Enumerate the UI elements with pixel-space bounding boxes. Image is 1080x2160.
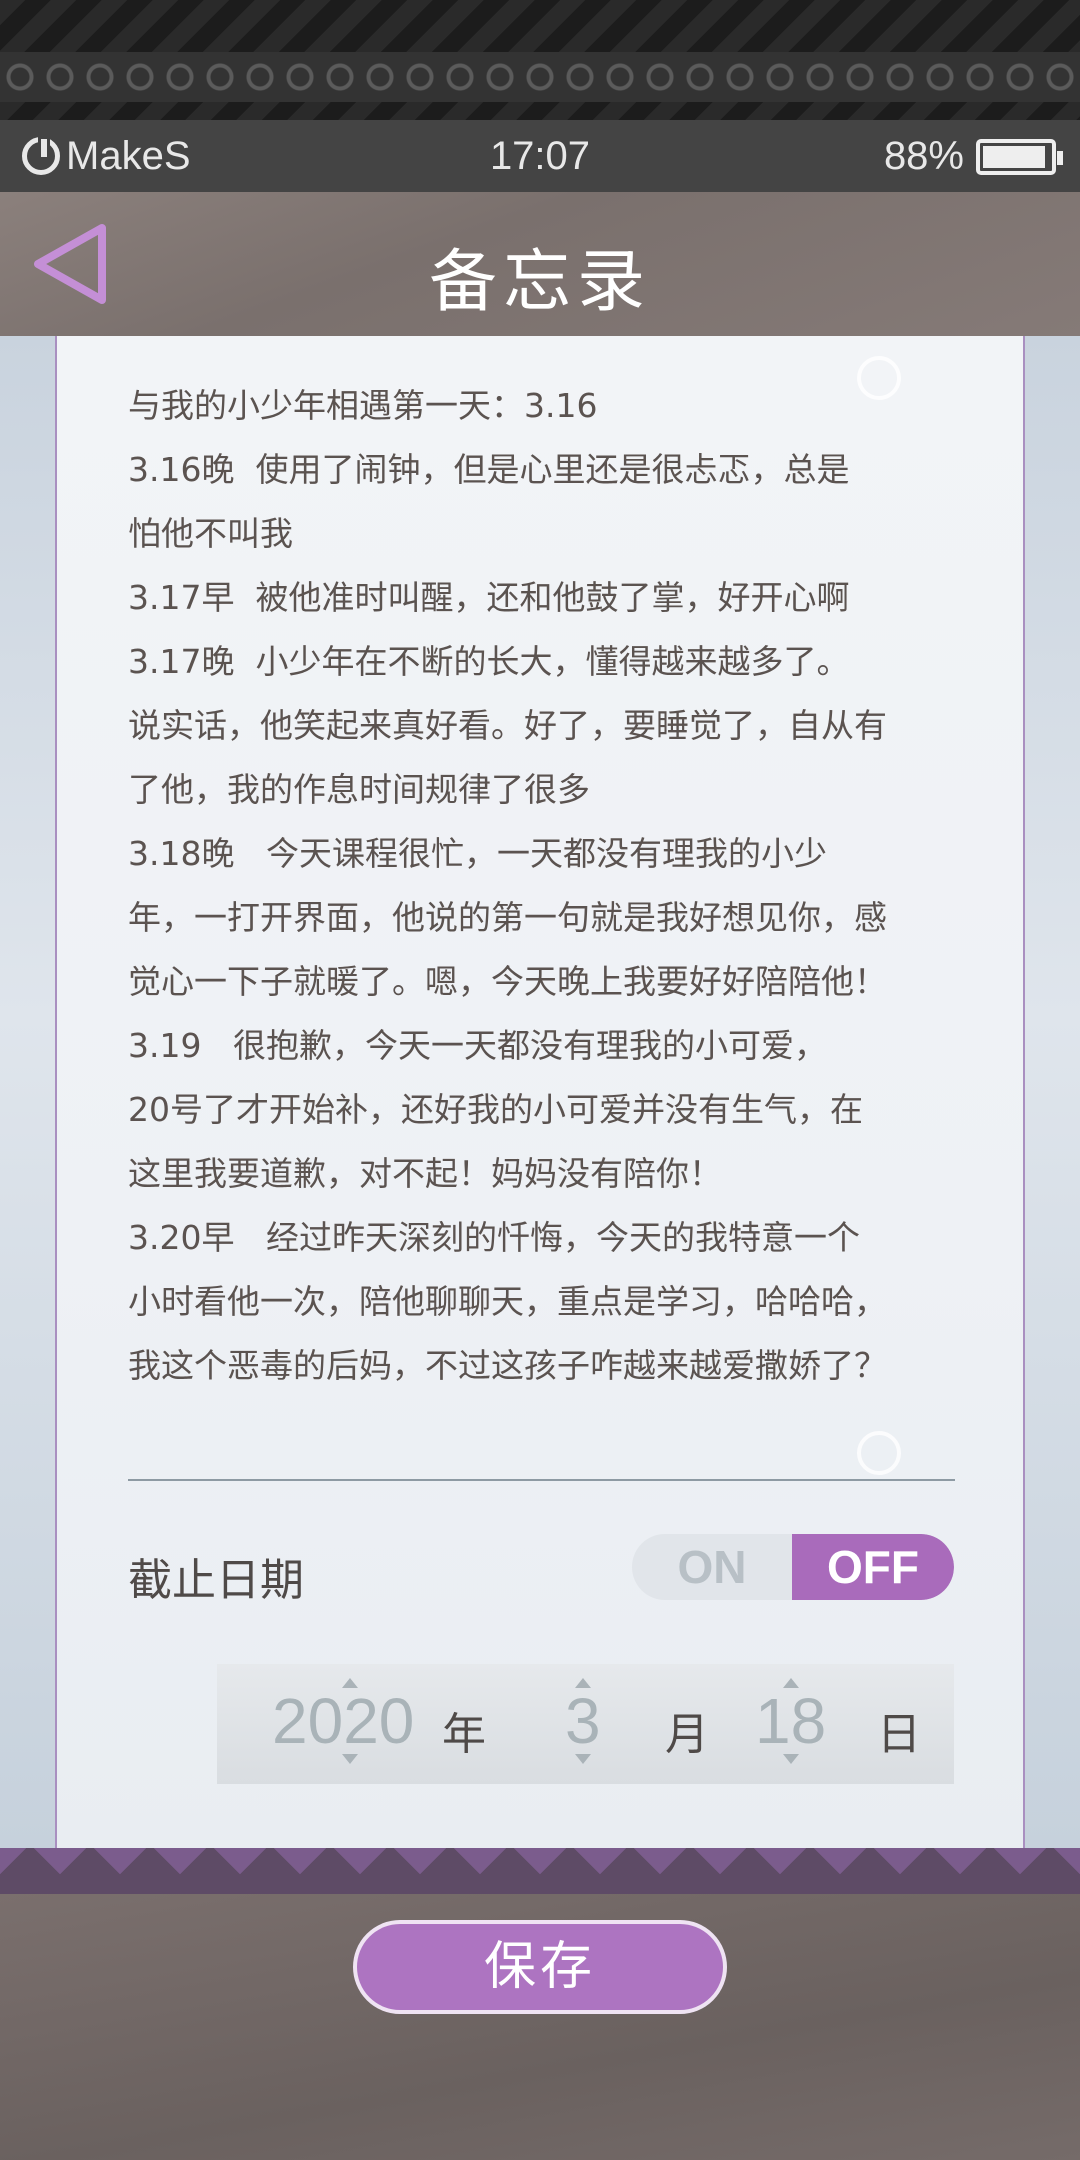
day-down-arrow-icon[interactable] [783, 1754, 799, 1764]
memo-line: 3.18晚 今天课程很忙，一天都没有理我的小少 [128, 834, 827, 873]
memo-line: 与我的小少年相遇第一天：3.16 [128, 386, 598, 425]
month-up-arrow-icon[interactable] [575, 1678, 591, 1688]
deadline-label: 截止日期 [128, 1555, 304, 1606]
memo-line: 3.17早 被他准时叫醒，还和他鼓了掌，好开心啊 [128, 578, 850, 617]
toggle-on-option[interactable]: ON [632, 1534, 792, 1600]
day-unit: 日 [877, 1709, 921, 1760]
memo-line: 我这个恶毒的后妈，不过这孩子咋越来越爱撒娇了？ [128, 1346, 887, 1385]
save-button[interactable]: 保存 [353, 1920, 727, 2014]
memo-line: 小时看他一次，陪他聊聊天，重点是学习，哈哈哈， [128, 1282, 887, 1321]
day-up-arrow-icon[interactable] [783, 1678, 799, 1688]
toggle-off-option[interactable]: OFF [792, 1534, 954, 1600]
memo-textarea[interactable]: 与我的小少年相遇第一天：3.16 3.16晚 使用了闹钟，但是心里还是很忐忑，总是… [128, 374, 968, 1398]
status-right: 88% [883, 134, 1063, 179]
year-down-arrow-icon[interactable] [342, 1754, 358, 1764]
year-unit: 年 [442, 1709, 486, 1760]
memo-line: 怕他不叫我 [128, 514, 293, 553]
month-unit: 月 [665, 1709, 709, 1760]
lace-decoration [0, 52, 1080, 102]
memo-line: 说实话，他笑起来真好看。好了，要睡觉了，自从有 [128, 706, 887, 745]
day-value: 18 [755, 1685, 827, 1757]
page-header: 备忘录 [0, 192, 1080, 336]
memo-line: 3.17晚 小少年在不断的长大，懂得越来越多了。 [128, 642, 850, 681]
year-up-arrow-icon[interactable] [342, 1678, 358, 1688]
memo-line: 3.16晚 使用了闹钟，但是心里还是很忐忑，总是 [128, 450, 850, 489]
memo-line: 3.20早 经过昨天深刻的忏悔，今天的我特意一个 [128, 1218, 860, 1257]
memo-line: 3.19 很抱歉，今天一天都没有理我的小可爱， [128, 1026, 827, 1065]
battery-percent: 88% [883, 134, 964, 178]
top-decoration [0, 0, 1080, 120]
year-value: 2020 [272, 1685, 415, 1757]
month-down-arrow-icon[interactable] [575, 1754, 591, 1764]
month-picker[interactable]: 3 [565, 1678, 601, 1764]
memo-line: 年，一打开界面，他说的第一句就是我好想见你，感 [128, 898, 887, 937]
memo-line: 觉心一下子就暖了。嗯，今天晚上我要好好陪陪他！ [128, 962, 887, 1001]
memo-card: 与我的小少年相遇第一天：3.16 3.16晚 使用了闹钟，但是心里还是很忐忑，总是… [55, 336, 1025, 1848]
deadline-toggle[interactable]: ON OFF [632, 1534, 954, 1600]
month-value: 3 [565, 1685, 601, 1757]
battery-icon [976, 138, 1063, 175]
date-picker: 2020 年 3 月 18 日 [217, 1664, 954, 1784]
status-bar: MakeS 17:07 88% [0, 120, 1080, 192]
day-picker[interactable]: 18 [755, 1678, 827, 1764]
memo-line: 了他，我的作息时间规律了很多 [128, 770, 590, 809]
page-title: 备忘录 [428, 243, 651, 322]
year-picker[interactable]: 2020 [272, 1678, 415, 1764]
decoration-circle [857, 1431, 901, 1475]
divider [128, 1479, 955, 1481]
memo-line: 20号了才开始补，还好我的小可爱并没有生气，在 [128, 1090, 863, 1129]
memo-line: 这里我要道歉，对不起！妈妈没有陪你！ [128, 1154, 722, 1193]
bottom-decoration [0, 1848, 1080, 1894]
